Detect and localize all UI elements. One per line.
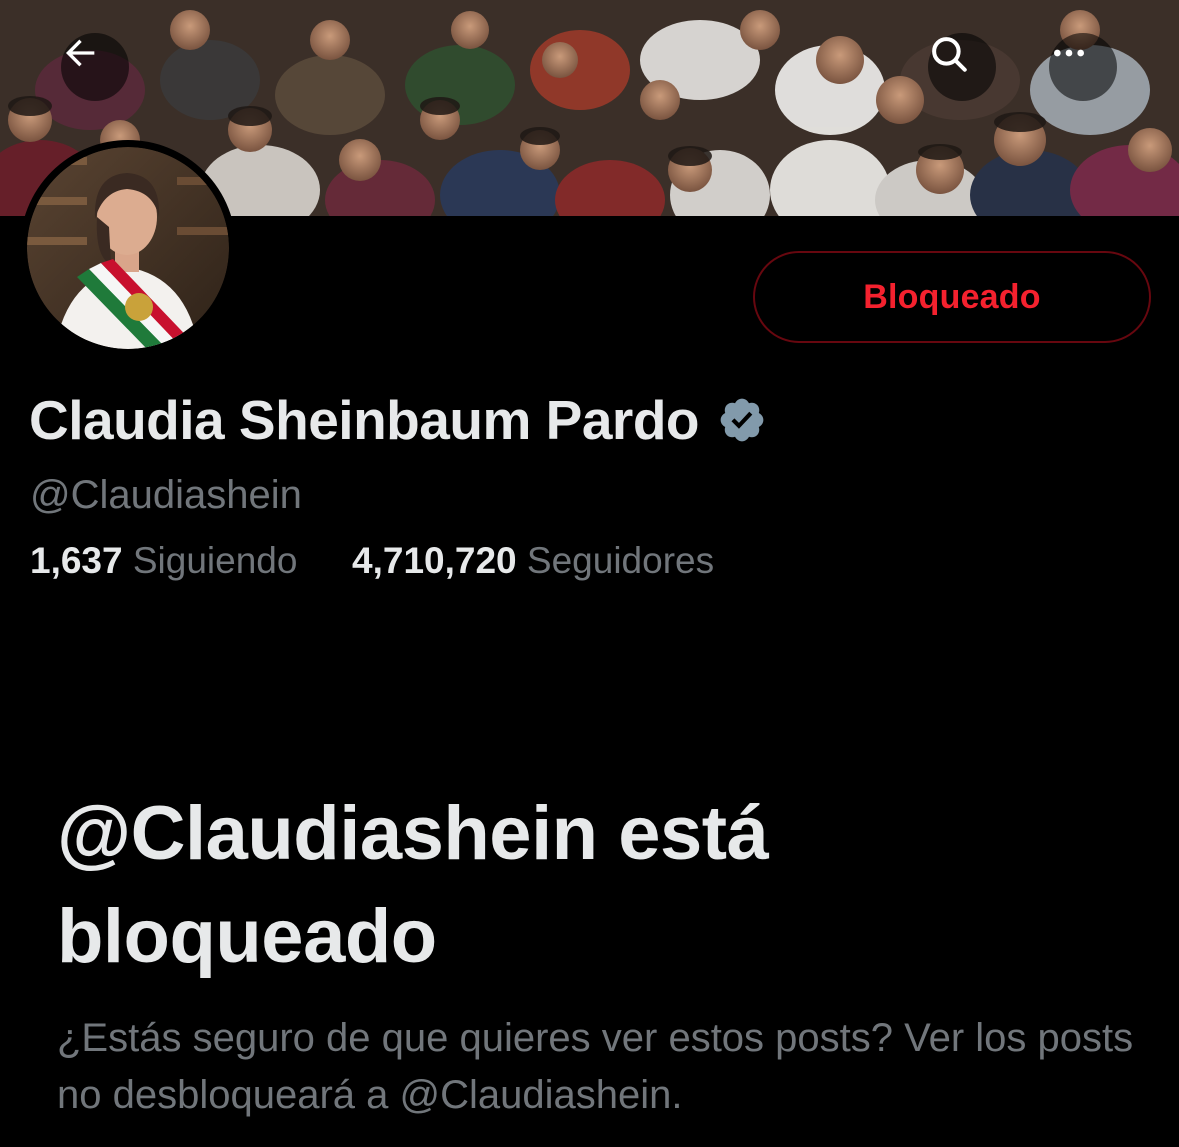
verified-badge-icon[interactable] bbox=[717, 395, 767, 445]
search-icon bbox=[932, 37, 967, 72]
blocked-notice-title: @Claudiashein está bloqueado bbox=[57, 791, 769, 979]
followers-count: 4,710,720 bbox=[352, 540, 517, 581]
following-link[interactable]: 1,637 Siguiendo bbox=[30, 540, 308, 581]
followers-link[interactable]: 4,710,720 Seguidores bbox=[352, 540, 714, 581]
blocked-button[interactable]: Bloqueado bbox=[753, 251, 1151, 343]
search-button[interactable] bbox=[928, 33, 996, 101]
blocked-button-label: Bloqueado bbox=[863, 277, 1041, 316]
arrow-left-icon bbox=[66, 39, 95, 67]
profile-stats: 1,637 Siguiendo 4,710,720 Seguidores bbox=[30, 540, 714, 582]
profile-name-row: Claudia Sheinbaum Pardo bbox=[29, 388, 767, 452]
more-options-button[interactable] bbox=[1049, 33, 1117, 101]
profile-handle: @Claudiashein bbox=[30, 473, 302, 517]
blocked-notice-body: ¿Estás seguro de que quieres ver estos p… bbox=[57, 1016, 1134, 1117]
following-count: 1,637 bbox=[30, 540, 123, 581]
more-horizontal-icon bbox=[1054, 49, 1084, 57]
back-button[interactable] bbox=[61, 33, 129, 101]
followers-label: Seguidores bbox=[526, 540, 715, 581]
following-label: Siguiendo bbox=[132, 540, 298, 581]
avatar-image bbox=[27, 147, 229, 349]
display-name: Claudia Sheinbaum Pardo bbox=[29, 389, 700, 451]
profile-avatar[interactable] bbox=[20, 140, 236, 356]
